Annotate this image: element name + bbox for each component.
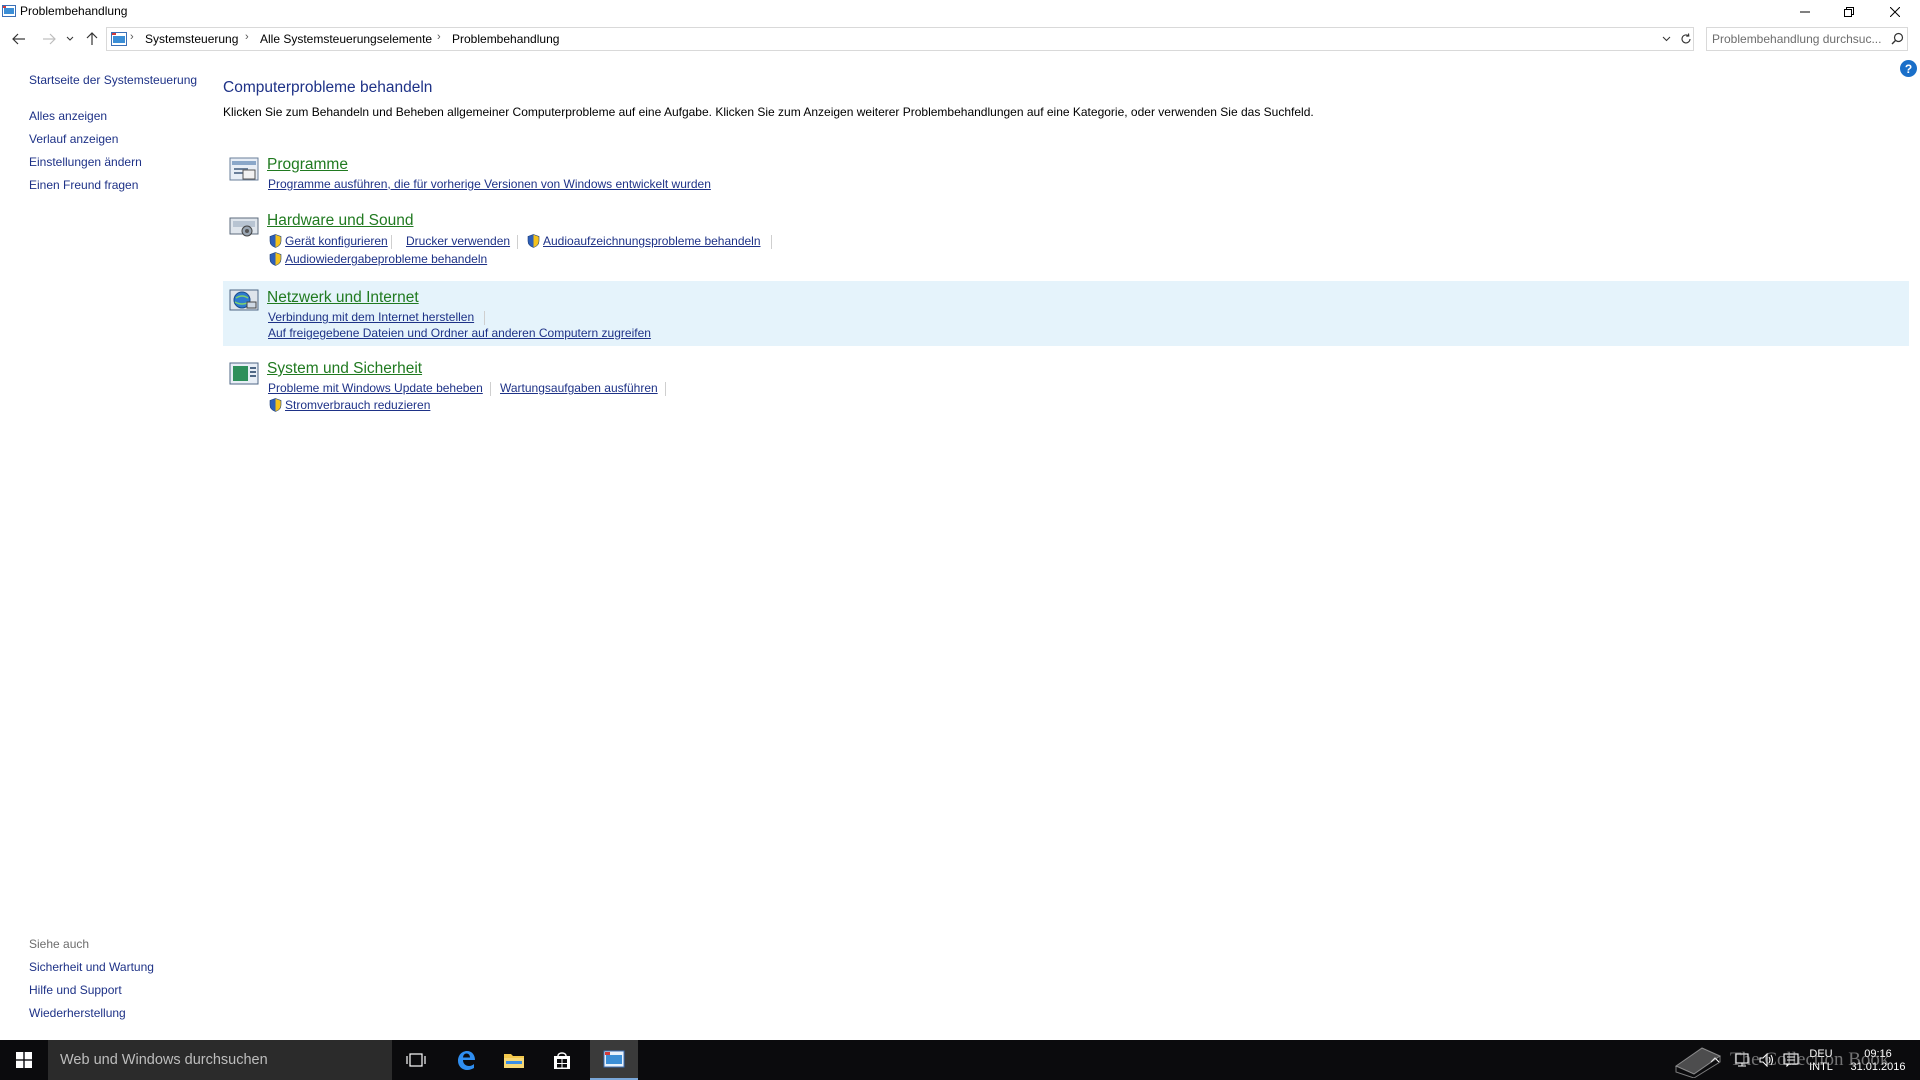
taskbar-search-box[interactable]: Web und Windows durchsuchen xyxy=(48,1040,392,1080)
title-bar: Problembehandlung xyxy=(0,0,1920,24)
taskbar: Web und Windows durchsuchen DEU INTL 09:… xyxy=(0,1040,1920,1080)
system-security-icon xyxy=(229,362,259,385)
breadcrumb-alle-elemente[interactable]: Alle Systemsteuerungselemente xyxy=(260,32,432,46)
arrow-right-icon xyxy=(43,33,56,45)
navigation-bar: › Systemsteuerung › Alle Systemsteuerung… xyxy=(0,24,1920,54)
close-button[interactable] xyxy=(1872,0,1918,24)
task-view-icon xyxy=(406,1053,426,1067)
refresh-icon xyxy=(1681,33,1691,44)
chevron-down-icon xyxy=(1662,36,1670,42)
task-stromverbrauch[interactable]: Stromverbrauch reduzieren xyxy=(269,398,430,412)
task-label: Audioaufzeichnungsprobleme behandeln xyxy=(543,234,761,248)
breadcrumb-separator-icon[interactable]: › xyxy=(130,31,134,43)
task-audioaufzeichnung[interactable]: Audioaufzeichnungsprobleme behandeln xyxy=(527,234,761,248)
category-hardware-und-sound: Hardware und Sound Gerät konfigurieren D… xyxy=(223,206,1909,272)
restore-icon xyxy=(1844,7,1854,17)
watermark: The Collection Book xyxy=(1672,1042,1889,1078)
task-separator xyxy=(517,235,518,249)
task-audiowiedergabe[interactable]: Audiowiedergabeprobleme behandeln xyxy=(269,252,487,266)
forward-button[interactable] xyxy=(40,30,58,48)
page-description: Klicken Sie zum Behandeln und Beheben al… xyxy=(223,105,1314,119)
page-title: Computerprobleme behandeln xyxy=(223,79,433,96)
task-freigegebene-dateien[interactable]: Auf freigegebene Dateien und Ordner auf … xyxy=(268,326,651,340)
task-separator xyxy=(665,382,666,396)
address-bar[interactable]: › Systemsteuerung › Alle Systemsteuerung… xyxy=(106,27,1694,51)
category-system-und-sicherheit: System und Sicherheit Probleme mit Windo… xyxy=(223,354,1909,416)
search-input[interactable] xyxy=(1712,31,1884,47)
taskbar-edge-button[interactable] xyxy=(442,1040,490,1080)
taskbar-explorer-button[interactable] xyxy=(490,1040,538,1080)
task-separator xyxy=(771,235,772,249)
task-label: Gerät konfigurieren xyxy=(285,234,388,248)
control-panel-icon xyxy=(111,32,127,46)
breadcrumb-problembehandlung[interactable]: Problembehandlung xyxy=(452,32,559,46)
category-title-system-und-sicherheit[interactable]: System und Sicherheit xyxy=(267,360,422,378)
up-button[interactable] xyxy=(83,30,101,48)
recent-locations-button[interactable] xyxy=(64,30,76,48)
restore-button[interactable] xyxy=(1826,0,1872,24)
task-view-button[interactable] xyxy=(392,1040,440,1080)
task-separator xyxy=(490,382,491,396)
link-control-panel-home[interactable]: Startseite der Systemsteuerung xyxy=(29,73,197,87)
link-alles-anzeigen[interactable]: Alles anzeigen xyxy=(29,109,107,123)
task-separator xyxy=(391,235,392,249)
task-windows-update[interactable]: Probleme mit Windows Update beheben xyxy=(268,381,483,395)
watermark-text: The Collection Book xyxy=(1730,1049,1890,1070)
search-box[interactable] xyxy=(1706,27,1908,51)
address-history-button[interactable] xyxy=(1659,32,1673,46)
control-panel-icon xyxy=(603,1050,625,1068)
close-icon xyxy=(1890,7,1900,17)
task-verbindung-internet[interactable]: Verbindung mit dem Internet herstellen xyxy=(268,310,474,324)
breadcrumb-separator-icon[interactable]: › xyxy=(437,31,441,43)
window-title: Problembehandlung xyxy=(20,4,128,18)
task-label: Stromverbrauch reduzieren xyxy=(285,398,431,412)
hardware-sound-icon xyxy=(229,217,259,237)
store-bag-icon xyxy=(554,1052,570,1069)
network-internet-icon xyxy=(229,289,259,311)
task-separator xyxy=(484,311,485,325)
search-icon[interactable] xyxy=(1891,32,1904,45)
breadcrumb-systemsteuerung[interactable]: Systemsteuerung xyxy=(145,32,238,46)
task-drucker-verwenden[interactable]: Drucker verwenden xyxy=(406,234,510,248)
chevron-down-icon xyxy=(66,36,74,41)
back-button[interactable] xyxy=(10,30,28,48)
minimize-button[interactable] xyxy=(1782,0,1828,24)
book-watermark-icon xyxy=(1674,1047,1722,1078)
task-alte-programme-ausfuehren[interactable]: Programme ausführen, die für vorherige V… xyxy=(268,177,711,191)
edge-icon xyxy=(458,1051,475,1070)
windows-logo-icon xyxy=(16,1052,32,1068)
taskbar-store-button[interactable] xyxy=(538,1040,586,1080)
link-einstellungen-aendern[interactable]: Einstellungen ändern xyxy=(29,155,142,169)
task-geraet-konfigurieren[interactable]: Gerät konfigurieren xyxy=(269,234,388,248)
task-wartungsaufgaben[interactable]: Wartungsaufgaben ausführen xyxy=(500,381,658,395)
category-programme: Programme Programme ausführen, die für v… xyxy=(223,150,1909,196)
refresh-button[interactable] xyxy=(1679,31,1693,47)
category-netzwerk-und-internet: Netzwerk und Internet Verbindung mit dem… xyxy=(223,281,1909,346)
uac-shield-icon xyxy=(269,234,282,248)
arrow-up-icon xyxy=(86,32,98,45)
uac-shield-icon xyxy=(269,398,282,412)
minimize-icon xyxy=(1800,11,1810,13)
taskbar-control-panel-button[interactable] xyxy=(590,1040,638,1080)
start-button[interactable] xyxy=(0,1040,48,1080)
breadcrumb-separator-icon[interactable]: › xyxy=(245,31,249,43)
taskbar-search-placeholder: Web und Windows durchsuchen xyxy=(60,1052,268,1068)
programs-icon xyxy=(229,157,259,181)
arrow-left-icon xyxy=(12,33,25,45)
link-sicherheit-und-wartung[interactable]: Sicherheit und Wartung xyxy=(29,960,154,974)
task-label: Audiowiedergabeprobleme behandeln xyxy=(285,252,488,266)
uac-shield-icon xyxy=(269,252,282,266)
link-hilfe-und-support[interactable]: Hilfe und Support xyxy=(29,983,122,997)
link-einen-freund-fragen[interactable]: Einen Freund fragen xyxy=(29,178,138,192)
uac-shield-icon xyxy=(527,234,540,248)
see-also-heading: Siehe auch xyxy=(29,937,90,951)
link-wiederherstellung[interactable]: Wiederherstellung xyxy=(29,1006,126,1020)
category-title-hardware-und-sound[interactable]: Hardware und Sound xyxy=(267,212,414,230)
category-title-programme[interactable]: Programme xyxy=(267,156,348,174)
link-verlauf-anzeigen[interactable]: Verlauf anzeigen xyxy=(29,132,118,146)
folder-icon xyxy=(504,1054,524,1068)
category-title-netzwerk-und-internet[interactable]: Netzwerk und Internet xyxy=(267,289,419,307)
help-icon[interactable]: ? xyxy=(1900,60,1917,77)
control-panel-app-icon xyxy=(2,5,16,17)
